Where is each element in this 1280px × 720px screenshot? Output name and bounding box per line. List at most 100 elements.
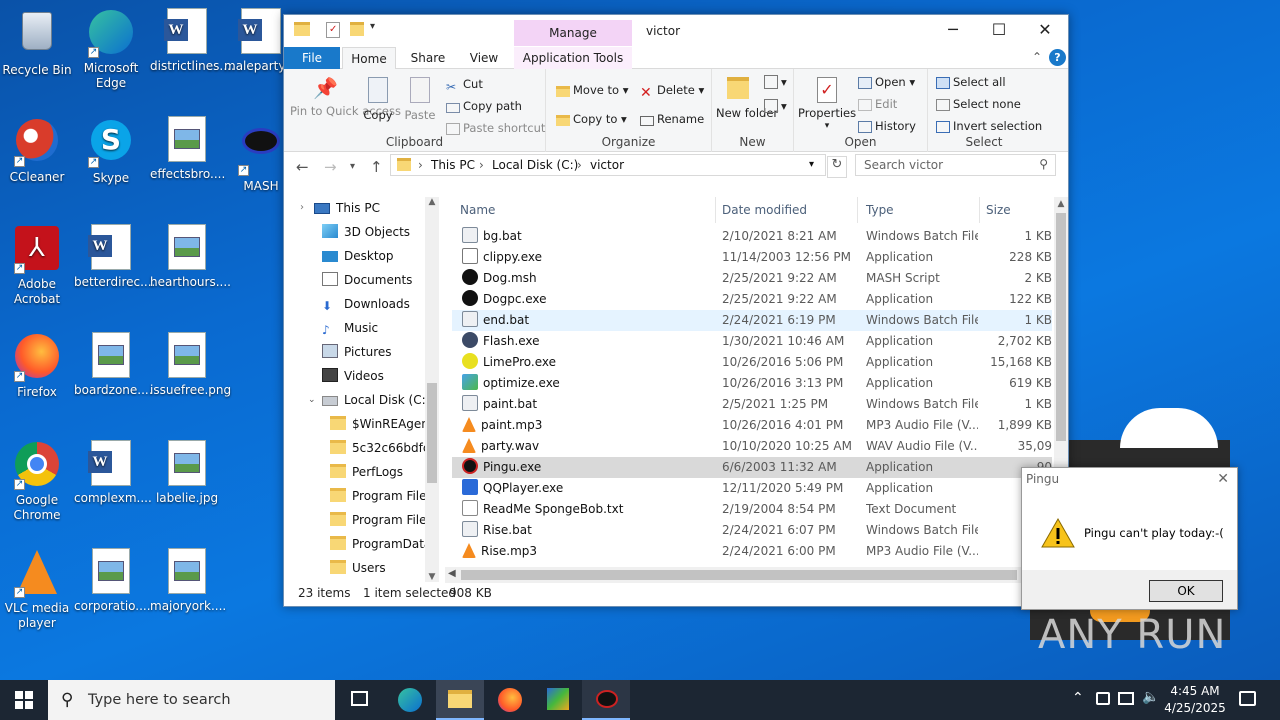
edit-button[interactable]: Edit [858, 97, 897, 111]
tree-item[interactable]: Pictures [322, 341, 392, 363]
address-bar[interactable]: › This PC › Local Disk (C:) › victor ▾ [390, 154, 826, 176]
copy-button[interactable]: Copy [360, 77, 396, 122]
scroll-up-icon[interactable]: ▲ [425, 197, 439, 207]
tree-item[interactable]: Desktop [322, 245, 394, 267]
tree-item[interactable]: › This PC [300, 197, 380, 219]
desktop-icon[interactable]: ⅄ ↗ Adobe Acrobat [0, 224, 74, 307]
tree-item[interactable]: ♪ Music [322, 317, 378, 339]
collapse-chevron-icon[interactable]: ⌄ [308, 389, 316, 411]
manage-contextual-tab[interactable]: Manage [514, 20, 632, 46]
desktop-icon[interactable]: ↗ Microsoft Edge [74, 8, 148, 91]
collapse-ribbon-icon[interactable]: ⌃ [1032, 50, 1042, 64]
tree-item[interactable]: 5c32c66bdfc4 [330, 437, 437, 459]
search-input[interactable]: Search victor ⚲ [855, 154, 1056, 176]
desktop-icon[interactable]: ↗ Google Chrome [0, 440, 74, 523]
back-arrow-icon[interactable]: ← [296, 158, 309, 176]
show-hidden-icons-icon[interactable]: ⌃ [1072, 690, 1084, 706]
address-dropdown-icon[interactable]: ▾ [809, 159, 814, 170]
taskbar-file-explorer[interactable] [436, 680, 484, 720]
desktop-icon[interactable]: corporatio.... [74, 548, 151, 614]
rename-button[interactable]: Rename [640, 112, 704, 126]
file-row[interactable]: clippy.exe 11/14/2003 12:56 PM Application… [452, 247, 1052, 268]
desktop-icon[interactable]: labelie.jpg [150, 440, 224, 506]
desktop-icon[interactable]: majoryork.... [150, 548, 226, 614]
desktop-icon[interactable]: boardzone.... [74, 332, 153, 398]
ok-button[interactable]: OK [1149, 580, 1223, 602]
file-row[interactable]: Flash.exe 1/30/2021 10:46 AM Application 2,… [452, 331, 1052, 352]
forward-arrow-icon[interactable]: → [324, 158, 337, 176]
breadcrumb-victor[interactable]: victor [590, 158, 624, 172]
column-header-date[interactable]: Date modified [714, 197, 858, 223]
file-row[interactable]: party.wav 10/10/2020 10:25 AM WAV Audio Fi… [452, 436, 1052, 457]
file-row[interactable]: bg.bat 2/10/2021 8:21 AM Windows Batch Fil… [452, 226, 1052, 247]
tree-item[interactable]: ⌄ Local Disk (C:) [308, 389, 430, 411]
notifications-icon[interactable] [1239, 691, 1256, 706]
copy-to-button[interactable]: Copy to ▾ [556, 112, 627, 126]
file-row[interactable]: LimePro.exe 10/26/2016 5:06 PM Application… [452, 352, 1052, 373]
tree-item[interactable]: $WinREAgent [330, 413, 434, 435]
file-row[interactable]: Dogpc.exe 2/25/2021 9:22 AM Application 122… [452, 289, 1052, 310]
tree-item[interactable]: Program Files [330, 485, 433, 507]
tree-item[interactable]: Documents [322, 269, 412, 291]
network-icon[interactable] [1096, 692, 1110, 705]
column-header-size[interactable]: Size [978, 197, 1056, 223]
file-row[interactable]: QQPlayer.exe 12/11/2020 5:49 PM Applicatio… [452, 478, 1052, 499]
refresh-icon[interactable]: ↻ [827, 156, 847, 178]
file-row[interactable]: Rise.mp3 2/24/2021 6:00 PM MP3 Audio File … [452, 541, 1052, 562]
tree-item[interactable]: Videos [322, 365, 384, 387]
new-folder-button[interactable]: New folder [716, 77, 778, 120]
tree-item[interactable]: ⬇ Downloads [322, 293, 410, 315]
move-to-button[interactable]: Move to ▾ [556, 83, 628, 97]
taskbar-edge[interactable] [386, 680, 434, 720]
file-row[interactable]: ReadMe SpongeBob.txt 2/19/2004 8:54 PM Tex… [452, 499, 1052, 520]
scroll-left-icon[interactable]: ◀ [448, 568, 456, 579]
tab-home[interactable]: Home [342, 47, 396, 70]
system-clock[interactable]: 4:45 AM 4/25/2025 [1162, 683, 1228, 717]
file-row[interactable]: end.bat 2/24/2021 6:19 PM Windows Batch Fi… [452, 310, 1052, 331]
history-button[interactable]: History [858, 119, 916, 133]
task-view-button[interactable] [336, 680, 384, 720]
breadcrumb-this-pc[interactable]: This PC [431, 158, 475, 172]
maximize-button[interactable]: ☐ [976, 15, 1022, 47]
tree-item[interactable]: Program Files [330, 509, 433, 531]
tab-share[interactable]: Share [404, 47, 452, 69]
copy-path-button[interactable]: Copy path [446, 99, 522, 113]
dialog-close-icon[interactable]: ✕ [1217, 468, 1229, 490]
desktop-icon[interactable]: Wcomplexm.... [74, 440, 152, 506]
file-row[interactable]: paint.mp3 10/26/2016 4:01 PM MP3 Audio Fil… [452, 415, 1052, 436]
start-button[interactable] [0, 680, 48, 720]
invert-selection-button[interactable]: Invert selection [936, 119, 1042, 133]
desktop-icon[interactable]: Wbetterdirec.... [74, 224, 155, 290]
scroll-thumb[interactable] [1056, 213, 1066, 441]
desktop-icon[interactable]: ↗ VLC media player [0, 548, 74, 631]
paste-button[interactable]: Paste [402, 77, 438, 122]
desktop-icon[interactable]: Wdistrictlines.... [150, 8, 235, 74]
select-none-button[interactable]: Select none [936, 97, 1021, 111]
open-button[interactable]: Open ▾ [858, 75, 915, 89]
up-arrow-icon[interactable]: ↑ [370, 158, 383, 176]
taskbar-firefox[interactable] [486, 680, 534, 720]
expand-chevron-icon[interactable]: › [300, 197, 304, 219]
file-row[interactable]: Pingu.exe6/6/2003 11:32 AMApplication90 [452, 457, 1052, 478]
file-row[interactable]: Rise.bat 2/24/2021 6:07 PM Windows Batch F… [452, 520, 1052, 541]
desktop-icon[interactable]: S ↗ Skype [74, 116, 148, 186]
tree-item[interactable]: 3D Objects [322, 221, 410, 243]
tab-view[interactable]: View [460, 47, 508, 69]
file-row[interactable]: optimize.exe 10/26/2016 3:13 PM Applicatio… [452, 373, 1052, 394]
taskbar-search-box[interactable]: ⚲ Type here to search [48, 680, 335, 720]
desktop-icon[interactable]: hearthours.... [150, 224, 231, 290]
horizontal-scroll-thumb[interactable] [461, 570, 1017, 580]
desktop-icon[interactable]: effectsbro.... [150, 116, 225, 182]
properties-button[interactable]: ✓ Properties ▾ [798, 77, 856, 133]
tree-item[interactable]: PerfLogs [330, 461, 403, 483]
tree-item[interactable]: Users [330, 557, 386, 579]
desktop-icon[interactable]: ↗ Firefox [0, 332, 74, 400]
volume-icon[interactable]: 🔈 [1142, 689, 1159, 705]
new-item-button[interactable]: ▾ [764, 75, 787, 89]
cut-button[interactable]: ✂ Cut [446, 77, 483, 94]
tree-item[interactable]: ProgramData [330, 533, 431, 555]
tab-file[interactable]: File [284, 47, 340, 69]
customize-quick-access-icon[interactable]: ▾ [370, 21, 375, 32]
close-button[interactable]: ✕ [1022, 15, 1068, 47]
delete-button[interactable]: ✕ Delete ▾ [640, 83, 704, 101]
